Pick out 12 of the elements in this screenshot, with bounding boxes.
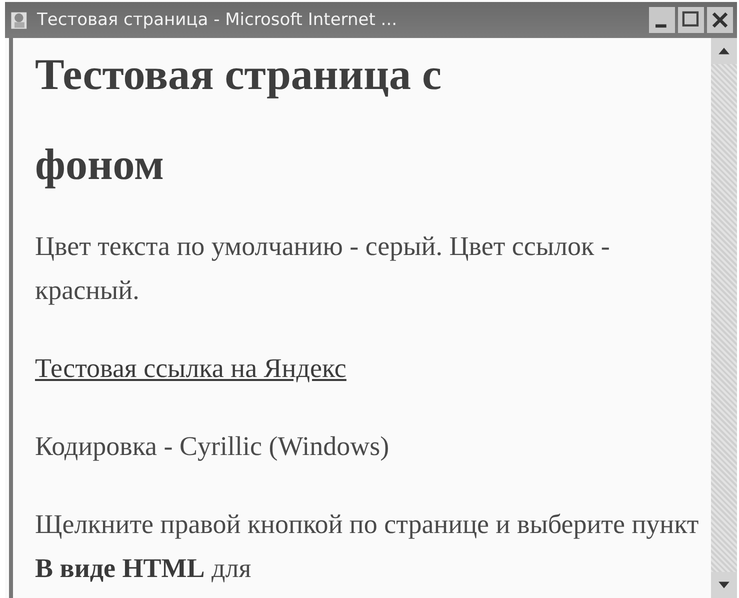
link[interactable]: Тестовая ссылка на Яндекс (35, 353, 346, 383)
paragraph: Кодировка - Cyrillic (Windows) (35, 430, 390, 463)
paragraph: Цвет текста по умолчанию - серый. Цвет ссылок - красный. (35, 230, 611, 307)
window-title: Тестовая страница - Microsoft Internet ... (37, 10, 398, 30)
scroll-up-icon[interactable] (711, 38, 737, 64)
scrollbar[interactable] (711, 38, 737, 598)
paragraph: Щелкните правой кнопкой по странице и выберите пункт В виде HTML для (35, 508, 700, 585)
maximize-icon[interactable] (678, 7, 704, 33)
close-icon[interactable] (707, 7, 733, 33)
page-heading: Тестовая страница с фоном (35, 49, 443, 191)
minimize-icon[interactable] (649, 7, 675, 33)
scroll-down-icon[interactable] (711, 572, 737, 598)
